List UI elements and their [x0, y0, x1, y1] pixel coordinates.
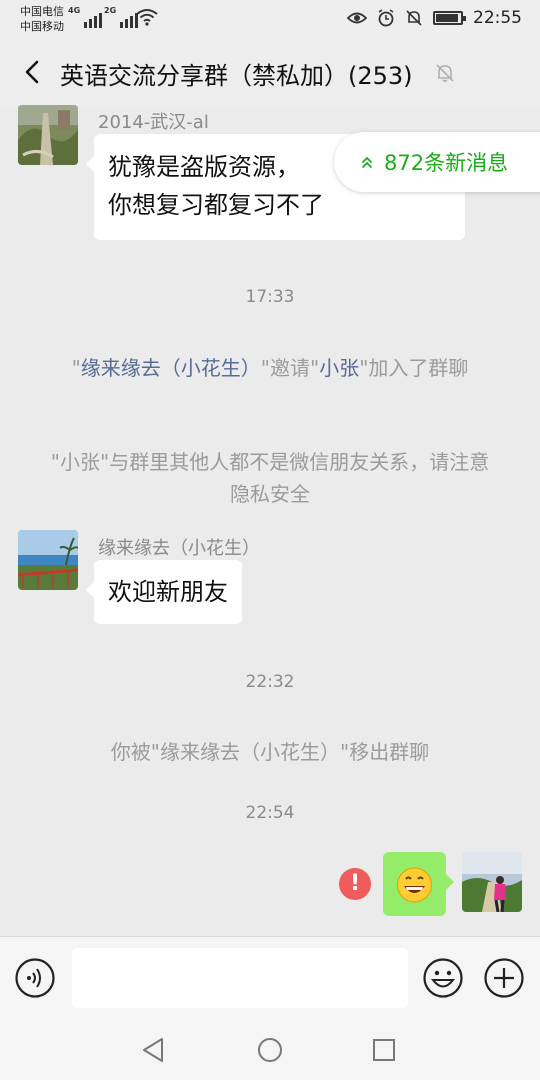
muted-bell-icon — [436, 64, 454, 82]
invite-tail-text: "加入了群聊 — [359, 356, 469, 380]
timestamp: 22:32 — [245, 672, 295, 692]
self-avatar-image — [462, 852, 522, 912]
signal-icon: 4G — [68, 6, 102, 28]
sender-name: 2014-武汉-al — [98, 112, 209, 133]
grin-emoji-icon — [397, 867, 432, 903]
message-bubble[interactable]: 欢迎新朋友 — [86, 560, 242, 624]
system-message-removed: 你被"缘来缘去（小花生）"移出群聊 — [110, 740, 430, 764]
inviter-link[interactable]: 缘来缘去（小花生） — [81, 356, 261, 380]
back-arrow-icon[interactable] — [18, 56, 50, 88]
avatar[interactable] — [18, 105, 78, 165]
status-time: 22:55 — [473, 8, 522, 28]
wifi-icon — [136, 9, 158, 26]
seaside-avatar-image — [18, 530, 78, 590]
system-nav-bar — [0, 1020, 540, 1080]
carrier-1: 中国电信 — [20, 5, 64, 18]
quote-text: " — [71, 356, 81, 380]
invitee-link[interactable]: 小张 — [319, 356, 359, 380]
message-bubble-self[interactable] — [383, 852, 454, 916]
nav-home-icon[interactable] — [254, 1034, 286, 1066]
send-failed-icon[interactable]: ! — [339, 868, 371, 900]
mute-icon — [406, 10, 422, 26]
input-bar — [0, 936, 540, 1020]
timestamp: 22:54 — [245, 803, 295, 823]
status-bar: 中国电信 中国移动 4G 2G 22:55 — [0, 0, 540, 38]
carrier-2: 中国移动 — [20, 20, 64, 33]
eye-icon — [347, 12, 367, 24]
carrier-info: 中国电信 中国移动 — [20, 4, 64, 34]
avatar[interactable] — [18, 530, 78, 590]
status-right: 22:55 — [347, 8, 522, 28]
nav-back-icon[interactable] — [138, 1034, 170, 1066]
new-messages-button[interactable]: 872条新消息 — [334, 132, 540, 192]
new-messages-label: 872条新消息 — [384, 151, 509, 175]
invite-text: "邀请" — [260, 356, 320, 380]
plus-icon[interactable] — [483, 957, 525, 999]
chat-title[interactable]: 英语交流分享群（禁私加）(253) — [60, 56, 413, 91]
alarm-icon — [378, 9, 394, 27]
message-text: 欢迎新朋友 — [108, 578, 228, 606]
double-chevron-up-icon — [362, 156, 372, 168]
sender-name: 缘来缘去（小花生） — [98, 538, 260, 559]
system-message-privacy: "小张"与群里其他人都不是微信朋友关系，请注意隐私安全 — [50, 450, 490, 506]
network-type-2: 2G — [104, 6, 117, 15]
chat-header: 英语交流分享群（禁私加）(253) — [0, 38, 540, 106]
network-type-1: 4G — [68, 6, 81, 15]
battery-icon — [433, 11, 466, 25]
emoji-icon[interactable] — [422, 957, 464, 999]
nav-recent-icon[interactable] — [368, 1034, 400, 1066]
landscape-avatar-image — [18, 105, 78, 165]
self-avatar[interactable] — [462, 852, 522, 912]
voice-icon[interactable] — [14, 957, 56, 999]
timestamp: 17:33 — [245, 287, 295, 307]
message-input[interactable] — [72, 948, 408, 1008]
system-message-invite: "缘来缘去（小花生）"邀请"小张"加入了群聊 — [50, 352, 490, 384]
